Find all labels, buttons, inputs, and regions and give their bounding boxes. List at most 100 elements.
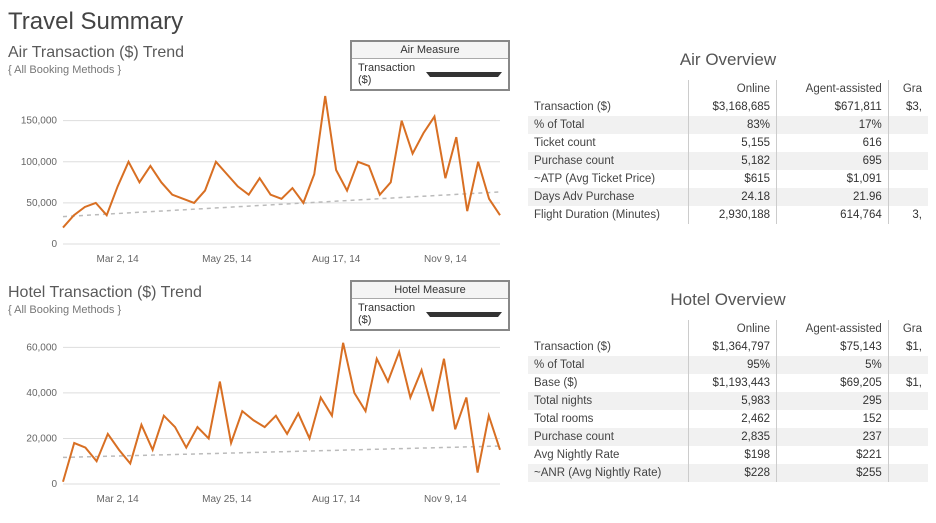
air-trend-panel: Air Transaction ($) Trend { All Booking … [0,40,520,280]
air-measure-dropdown[interactable]: Transaction ($) [352,59,508,89]
table-row[interactable]: ~ATP (Avg Ticket Price)$615$1,091 [528,170,928,188]
svg-text:0: 0 [51,239,57,250]
chevron-down-icon [426,312,502,317]
cell: 21.96 [777,188,889,206]
svg-text:Aug 17, 14: Aug 17, 14 [312,494,361,505]
hotel-overview-title: Hotel Overview [528,290,928,310]
table-row[interactable]: ~ANR (Avg Nightly Rate)$228$255 [528,464,928,482]
svg-text:40,000: 40,000 [26,388,57,399]
hotel-measure-dropdown[interactable]: Transaction ($) [352,299,508,329]
svg-text:Mar 2, 14: Mar 2, 14 [97,254,140,265]
col-header: Gra [888,320,928,338]
cell: $1,364,797 [688,338,777,356]
row-label: Ticket count [528,134,688,152]
col-header-metric [528,80,688,98]
table-row[interactable]: Total nights5,983295 [528,392,928,410]
table-row[interactable]: Total rooms2,462152 [528,410,928,428]
hotel-measure-value: Transaction ($) [358,302,426,326]
cell: $255 [777,464,889,482]
cell: 616 [777,134,889,152]
air-measure-label: Air Measure [352,42,508,59]
row-label: Purchase count [528,428,688,446]
row-label: % of Total [528,116,688,134]
cell: 614,764 [777,206,889,224]
cell: $3, [888,98,928,116]
air-overview-table: OnlineAgent-assistedGra Transaction ($) $… [528,80,928,224]
svg-text:May 25, 14: May 25, 14 [202,494,252,505]
cell: 2,930,188 [688,206,777,224]
row-label: Total nights [528,392,688,410]
col-header: Gra [888,80,928,98]
cell [888,464,928,482]
cell: $198 [688,446,777,464]
svg-text:Nov 9, 14: Nov 9, 14 [424,494,467,505]
cell: $1,193,443 [688,374,777,392]
cell: 152 [777,410,889,428]
table-row[interactable]: % of Total83%17% [528,116,928,134]
row-label: Avg Nightly Rate [528,446,688,464]
col-header: Online [688,80,777,98]
cell: $671,811 [777,98,889,116]
air-chart[interactable]: 050,000100,000150,000Mar 2, 14May 25, 14… [8,88,512,258]
svg-text:150,000: 150,000 [21,116,58,127]
air-measure-value: Transaction ($) [358,62,426,86]
cell: 237 [777,428,889,446]
col-header: Online [688,320,777,338]
hotel-measure-label: Hotel Measure [352,282,508,299]
hotel-overview-table: OnlineAgent-assistedGra Transaction ($)$… [528,320,928,482]
cell: 5,983 [688,392,777,410]
cell: $1, [888,374,928,392]
air-overview-panel: Air Overview OnlineAgent-assistedGra Tra… [520,40,936,280]
cell: $228 [688,464,777,482]
table-row[interactable]: Base ($)$1,193,443$69,205$1, [528,374,928,392]
cell [888,116,928,134]
row-label: Base ($) [528,374,688,392]
dashboard-grid: Air Transaction ($) Trend { All Booking … [0,40,936,520]
hotel-measure-parameter: Hotel Measure Transaction ($) [350,280,510,331]
cell: 95% [688,356,777,374]
cell [888,152,928,170]
cell: 5% [777,356,889,374]
row-label: % of Total [528,356,688,374]
cell: $615 [688,170,777,188]
cell [888,446,928,464]
table-row[interactable]: Transaction ($)$3,168,685$671,811$3, [528,98,928,116]
cell: 295 [777,392,889,410]
col-header: Agent-assisted [777,80,889,98]
svg-text:Mar 2, 14: Mar 2, 14 [97,494,140,505]
table-row[interactable]: Transaction ($)$1,364,797$75,143$1, [528,338,928,356]
table-row[interactable]: Flight Duration (Minutes)2,930,188614,76… [528,206,928,224]
chevron-down-icon [426,72,502,77]
table-row[interactable]: Days Adv Purchase24.1821.96 [528,188,928,206]
cell: 2,462 [688,410,777,428]
cell [888,392,928,410]
table-row[interactable]: Ticket count5,155616 [528,134,928,152]
hotel-trend-panel: Hotel Transaction ($) Trend { All Bookin… [0,280,520,520]
cell [888,188,928,206]
cell: 83% [688,116,777,134]
svg-text:60,000: 60,000 [26,342,57,353]
table-row[interactable]: Avg Nightly Rate$198$221 [528,446,928,464]
cell: $221 [777,446,889,464]
svg-text:Aug 17, 14: Aug 17, 14 [312,254,361,265]
row-label: Transaction ($) [528,98,688,116]
cell: 2,835 [688,428,777,446]
air-overview-title: Air Overview [528,50,928,70]
table-row[interactable]: Purchase count2,835237 [528,428,928,446]
cell [888,410,928,428]
cell: $75,143 [777,338,889,356]
row-label: Days Adv Purchase [528,188,688,206]
table-row[interactable]: Purchase count5,182695 [528,152,928,170]
table-row[interactable]: % of Total95%5% [528,356,928,374]
row-label: Transaction ($) [528,338,688,356]
hotel-chart[interactable]: 020,00040,00060,000Mar 2, 14May 25, 14Au… [8,328,512,498]
row-label: Purchase count [528,152,688,170]
row-label: ~ANR (Avg Nightly Rate) [528,464,688,482]
cell: 3, [888,206,928,224]
svg-text:Nov 9, 14: Nov 9, 14 [424,254,467,265]
cell [888,134,928,152]
cell: 695 [777,152,889,170]
col-header: Agent-assisted [777,320,889,338]
cell: 24.18 [688,188,777,206]
cell: $69,205 [777,374,889,392]
